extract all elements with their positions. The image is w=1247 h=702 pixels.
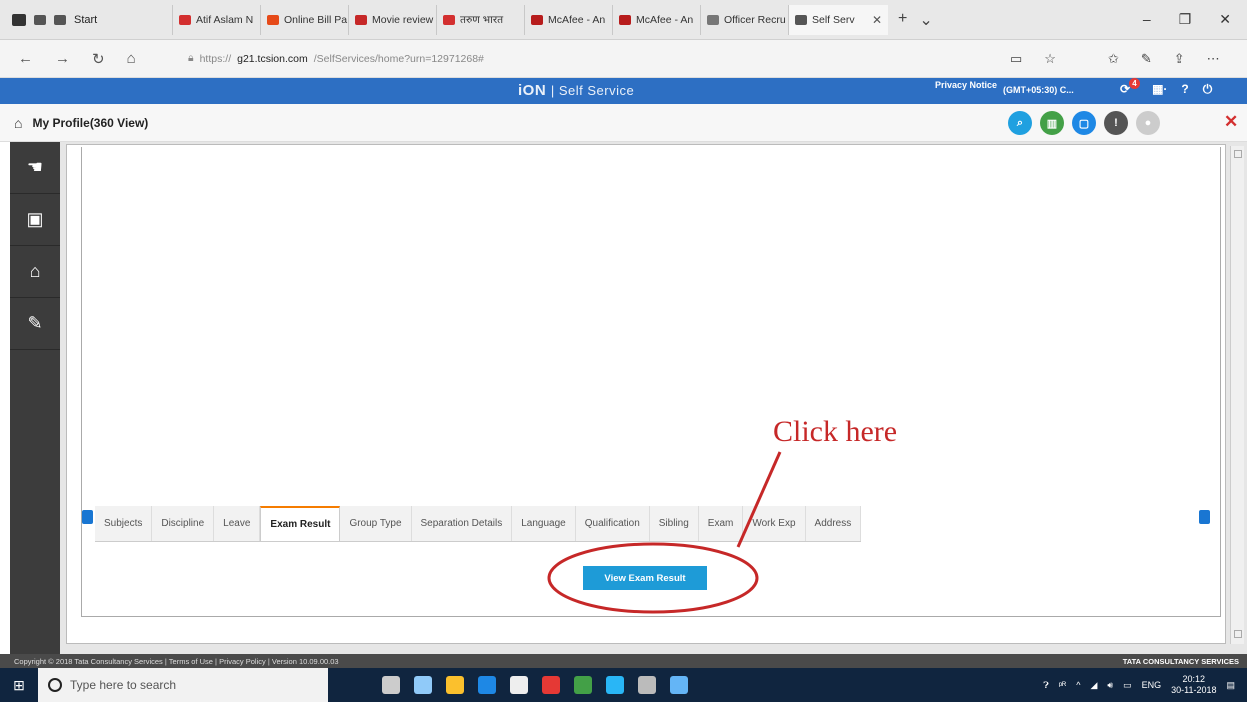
network-icon[interactable]: ◢ xyxy=(1090,680,1097,691)
chrome-icon[interactable] xyxy=(542,676,560,694)
app-footer: Copyright © 2018 Tata Consultancy Servic… xyxy=(0,654,1247,668)
file-explorer-icon[interactable] xyxy=(446,676,464,694)
annotation-overlay xyxy=(547,451,782,614)
taskbar-search[interactable]: Type here to search xyxy=(38,668,328,702)
clock[interactable]: 20:12 30-11-2018 xyxy=(1171,674,1216,696)
clock-time: 20:12 xyxy=(1182,674,1206,684)
photos-icon[interactable] xyxy=(670,676,688,694)
highlight-ellipse xyxy=(547,542,759,614)
mail-icon[interactable] xyxy=(414,676,432,694)
people-icon[interactable]: ᵖᴿ xyxy=(1059,680,1066,690)
windows-taskbar: ⊞ Type here to search ❓︎ ᵖᴿ ^ ◢ 🔊︎ ▭ ENG… xyxy=(0,668,1247,702)
copyright-text: Copyright © 2018 Tata Consultancy Servic… xyxy=(14,656,339,666)
system-tray: ❓︎ ᵖᴿ ^ ◢ 🔊︎ ▭ ENG 20:12 30-11-2018 ▤ xyxy=(1043,674,1247,696)
volume-icon[interactable]: 🔊︎ xyxy=(1107,680,1113,691)
skype-icon[interactable] xyxy=(606,676,624,694)
show-hidden-icon[interactable]: ^ xyxy=(1076,680,1080,690)
tcs-logo: TATA CONSULTANCY SERVICES xyxy=(1122,656,1239,666)
excel-icon[interactable] xyxy=(574,676,592,694)
store-icon[interactable] xyxy=(510,676,528,694)
battery-icon[interactable]: ▭ xyxy=(1123,680,1132,691)
edge-icon[interactable] xyxy=(478,676,496,694)
calculator-icon[interactable] xyxy=(638,676,656,694)
clock-date: 30-11-2018 xyxy=(1171,685,1217,695)
action-center-icon[interactable]: ▤ xyxy=(1226,680,1235,691)
annotation-arrow xyxy=(736,451,782,548)
help-tray-icon[interactable]: ❓︎ xyxy=(1043,680,1048,691)
task-view-icon[interactable] xyxy=(382,676,400,694)
windows-start-icon[interactable]: ⊞ xyxy=(0,677,38,694)
taskbar-apps xyxy=(328,676,688,694)
language-indicator[interactable]: ENG xyxy=(1142,680,1162,690)
click-here-annotation: Click here xyxy=(773,415,898,448)
taskbar-search-placeholder: Type here to search xyxy=(70,678,177,692)
cortana-icon xyxy=(48,678,62,692)
